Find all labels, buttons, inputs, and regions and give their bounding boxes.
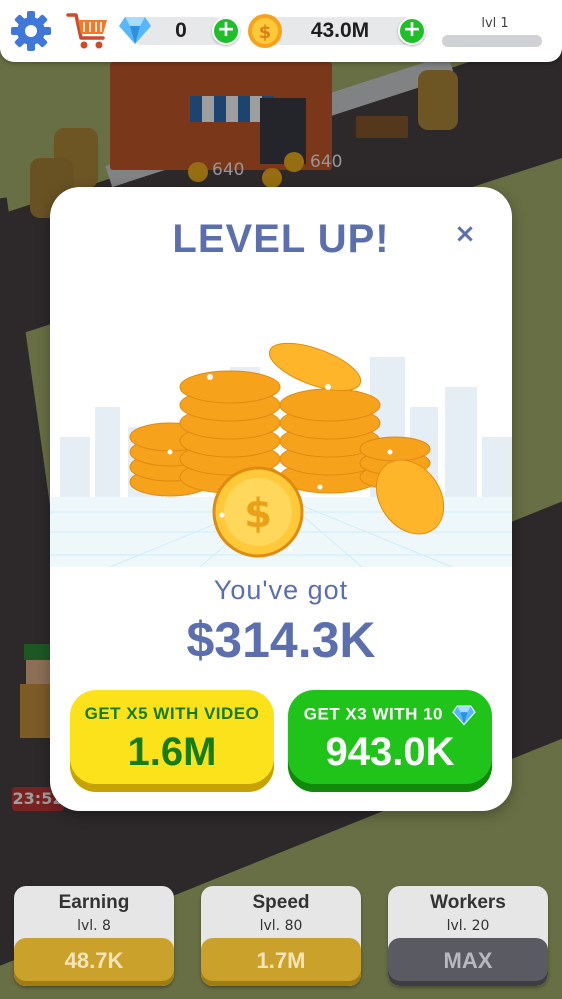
upgrade-level: lvl. 20 bbox=[446, 918, 490, 934]
modal-title: LEVEL UP! bbox=[172, 217, 390, 261]
upgrade-title: Earning bbox=[58, 892, 130, 913]
upgrade-earning-button[interactable]: 48.7K bbox=[14, 938, 174, 986]
upgrade-level: lvl. 80 bbox=[259, 918, 303, 934]
player-level: lvl 1 bbox=[481, 16, 509, 31]
gem-count: 0 bbox=[175, 19, 187, 42]
close-icon[interactable]: × bbox=[448, 217, 482, 251]
upgrade-workers-button[interactable]: MAX bbox=[388, 938, 548, 986]
upgrade-title: Workers bbox=[430, 892, 506, 913]
gear-icon[interactable] bbox=[10, 10, 52, 52]
upgrade-card-workers: Workers lvl. 20 MAX bbox=[388, 886, 548, 986]
svg-text:$: $ bbox=[244, 491, 272, 537]
gem-multiplier-button[interactable]: GET X3 WITH 10 943.0K bbox=[288, 690, 492, 792]
video-multiplier-value: 1.6M bbox=[127, 730, 217, 774]
coin-icon: $ bbox=[248, 14, 282, 48]
add-coins-button[interactable]: + bbox=[398, 17, 426, 45]
upgrade-title: Speed bbox=[252, 892, 310, 913]
level-up-modal: LEVEL UP! × $ You've got $314.3K GET X5 … bbox=[50, 187, 512, 811]
diamond-icon bbox=[452, 705, 476, 726]
shopping-cart-icon[interactable] bbox=[66, 10, 110, 52]
video-multiplier-button[interactable]: GET X5 WITH VIDEO 1.6M bbox=[70, 690, 274, 792]
reward-amount: $314.3K bbox=[186, 612, 376, 668]
reward-subtitle: You've got bbox=[213, 575, 349, 605]
diamond-icon bbox=[119, 17, 151, 44]
upgrade-speed-button[interactable]: 1.7M bbox=[201, 938, 361, 986]
top-hud: 0 + $ 43.0M + lvl 1 bbox=[0, 0, 562, 62]
gem-multiplier-value: 943.0K bbox=[325, 730, 455, 774]
upgrade-level: lvl. 8 bbox=[77, 918, 111, 934]
gem-multiplier-label: GET X3 WITH 10 bbox=[303, 704, 443, 724]
coin-count: 43.0M bbox=[310, 19, 370, 42]
svg-text:$: $ bbox=[259, 22, 272, 43]
upgrade-card-speed: Speed lvl. 80 1.7M bbox=[201, 886, 361, 986]
video-multiplier-label: GET X5 WITH VIDEO bbox=[84, 704, 260, 723]
gem-multiplier-label-row: GET X3 WITH 10 bbox=[288, 704, 492, 726]
coin-pile-icon: $ bbox=[50, 342, 512, 567]
upgrade-card-earning: Earning lvl. 8 48.7K bbox=[14, 886, 174, 986]
add-gems-button[interactable]: + bbox=[212, 17, 240, 45]
level-progress-bar bbox=[442, 35, 542, 47]
